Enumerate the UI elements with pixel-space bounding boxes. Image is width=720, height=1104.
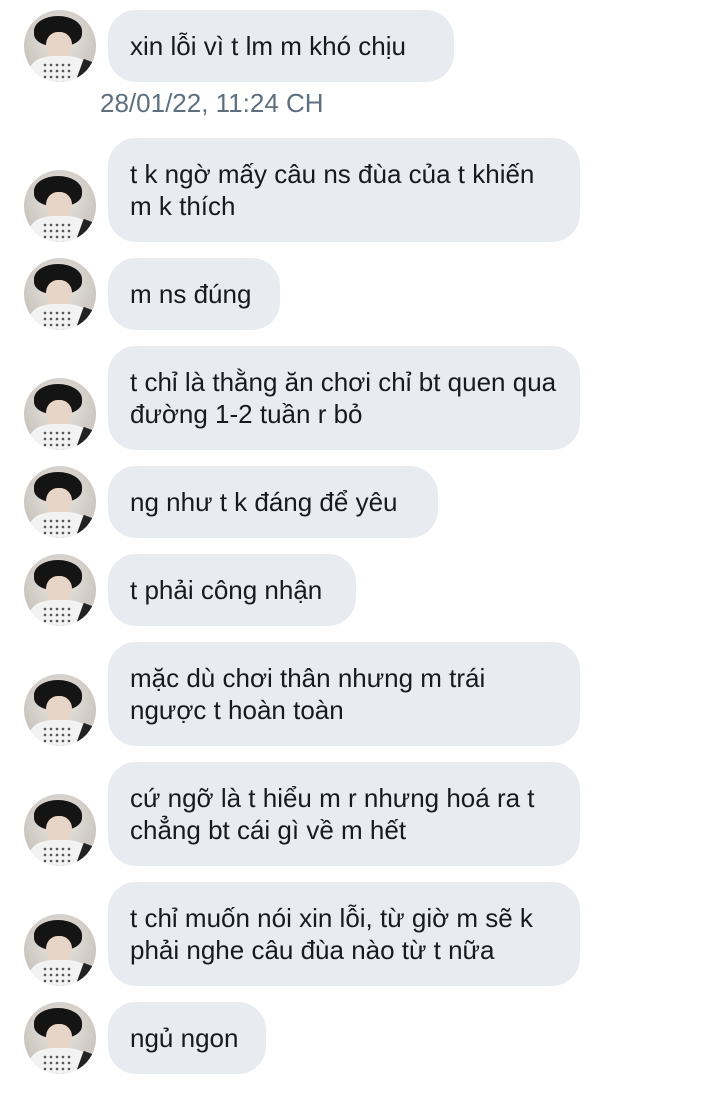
message-bubble[interactable]: t chỉ là thằng ăn chơi chỉ bt quen qua đ… [108, 346, 580, 450]
avatar[interactable] [24, 554, 96, 626]
avatar[interactable] [24, 794, 96, 866]
message-bubble[interactable]: xin lỗi vì t lm m khó chịu [108, 10, 454, 82]
avatar[interactable] [24, 466, 96, 538]
avatar[interactable] [24, 378, 96, 450]
avatar[interactable] [24, 258, 96, 330]
message-timestamp: 28/01/22, 11:24 CH [100, 88, 324, 118]
avatar[interactable] [24, 170, 96, 242]
message-text: cứ ngỡ là t hiểu m r nhưng hoá ra t chẳn… [130, 783, 535, 845]
message-bubble[interactable]: t chỉ muốn nói xin lỗi, từ giờ m sẽ k ph… [108, 882, 580, 986]
message-bubble[interactable]: ng như t k đáng để yêu [108, 466, 438, 538]
message-bubble[interactable]: ngủ ngon [108, 1002, 266, 1074]
message-text: m ns đúng [130, 279, 252, 309]
message-bubble[interactable]: t k ngờ mấy câu ns đùa của t khiến m k t… [108, 138, 580, 242]
message-text: t chỉ muốn nói xin lỗi, từ giờ m sẽ k ph… [130, 903, 533, 965]
message-text: ng như t k đáng để yêu [130, 487, 398, 517]
message-text: xin lỗi vì t lm m khó chịu [130, 31, 406, 61]
message-bubble[interactable]: cứ ngỡ là t hiểu m r nhưng hoá ra t chẳn… [108, 762, 580, 866]
message-text: t chỉ là thằng ăn chơi chỉ bt quen qua đ… [130, 367, 557, 429]
message-bubble[interactable]: m ns đúng [108, 258, 280, 330]
avatar[interactable] [24, 10, 96, 82]
message-bubble[interactable]: t phải công nhận [108, 554, 356, 626]
message-text: t phải công nhận [130, 575, 323, 605]
avatar[interactable] [24, 914, 96, 986]
message-bubble[interactable]: mặc dù chơi thân nhưng m trái ngược t ho… [108, 642, 580, 746]
message-text: ngủ ngon [130, 1023, 239, 1053]
message-text: mặc dù chơi thân nhưng m trái ngược t ho… [130, 663, 486, 725]
message-text: t k ngờ mấy câu ns đùa của t khiến m k t… [130, 159, 535, 221]
chat-thread: xin lỗi vì t lm m khó chịu 28/01/22, 11:… [0, 0, 720, 1104]
avatar[interactable] [24, 674, 96, 746]
avatar[interactable] [24, 1002, 96, 1074]
